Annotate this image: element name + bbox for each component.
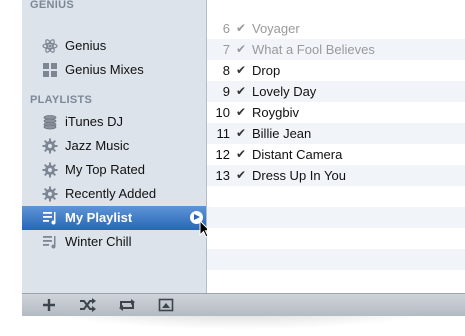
sidebar-item-label: Genius: [65, 38, 107, 53]
track-checkbox[interactable]: ✔: [236, 105, 246, 119]
genius-section-header: GENIUS: [30, 0, 74, 11]
smart-playlist-gear-icon: [42, 186, 58, 202]
itunes-window: GENIUS Genius Genius Mixes PLAYLISTS iTu…: [22, 0, 465, 316]
genius-mixes-grid-icon: [42, 62, 58, 78]
track-number: 10: [215, 105, 230, 120]
table-row[interactable]: 10 ✔ Roygbiv: [207, 102, 465, 123]
track-title: Distant Camera: [252, 147, 343, 162]
track-title: Dress Up In You: [252, 168, 346, 183]
track-title: Voyager: [252, 21, 300, 36]
sidebar-item-jazz-music[interactable]: Jazz Music: [22, 134, 206, 158]
sidebar-item-itunes-dj[interactable]: iTunes DJ: [22, 110, 206, 134]
playlist-icon: [42, 234, 58, 250]
sidebar: GENIUS Genius Genius Mixes PLAYLISTS iTu…: [22, 0, 212, 293]
track-number: 12: [215, 147, 230, 162]
table-row[interactable]: 12 ✔ Distant Camera: [207, 144, 465, 165]
track-checkbox[interactable]: ✔: [236, 21, 246, 35]
track-title: Billie Jean: [252, 126, 312, 141]
track-number: 8: [222, 63, 230, 78]
track-checkbox[interactable]: ✔: [236, 168, 246, 182]
shuffle-icon[interactable]: [79, 297, 97, 313]
sidebar-item-label: Jazz Music: [65, 138, 130, 153]
sidebar-item-genius-mixes[interactable]: Genius Mixes: [22, 58, 206, 82]
empty-row: [207, 249, 465, 270]
table-row[interactable]: 7 ✔ What a Fool Believes: [207, 39, 465, 60]
track-number: 6: [222, 21, 230, 36]
track-list: 6 ✔ Voyager 7 ✔ What a Fool Believes 8 ✔…: [207, 0, 465, 293]
track-checkbox[interactable]: ✔: [236, 84, 246, 98]
sidebar-item-label: My Playlist: [65, 210, 133, 225]
track-number: 9: [222, 84, 230, 99]
table-row[interactable]: 8 ✔ Drop: [207, 60, 465, 81]
track-number: 11: [216, 126, 231, 141]
sidebar-item-label: iTunes DJ: [65, 114, 124, 129]
genius-atom-icon: [42, 38, 58, 54]
track-number: 7: [222, 42, 230, 57]
sidebar-item-label: Winter Chill: [65, 234, 132, 249]
track-checkbox[interactable]: ✔: [236, 63, 246, 77]
table-row[interactable]: 11 ✔ Billie Jean: [207, 123, 465, 144]
sidebar-item-my-playlist[interactable]: My Playlist: [22, 206, 206, 230]
empty-row: [207, 186, 465, 207]
playlist-icon: [42, 210, 58, 226]
add-playlist-icon[interactable]: [40, 297, 58, 313]
track-title: Drop: [252, 63, 281, 78]
itunes-dj-icon: [42, 114, 58, 130]
smart-playlist-gear-icon: [42, 162, 58, 178]
repeat-icon[interactable]: [118, 297, 136, 313]
track-title: Lovely Day: [252, 84, 317, 99]
track-checkbox[interactable]: ✔: [236, 42, 246, 56]
table-row[interactable]: 6 ✔ Voyager: [207, 18, 465, 39]
bottom-toolbar: [22, 293, 465, 316]
empty-row: [207, 270, 465, 291]
table-row[interactable]: 9 ✔ Lovely Day: [207, 81, 465, 102]
playlists-section-header: PLAYLISTS: [30, 94, 93, 106]
smart-playlist-gear-icon: [42, 138, 58, 154]
empty-row: [207, 207, 465, 228]
empty-row: [207, 228, 465, 249]
track-checkbox[interactable]: ✔: [236, 126, 246, 140]
sidebar-item-label: Recently Added: [65, 186, 157, 201]
track-number: 13: [215, 168, 230, 183]
sidebar-item-winter-chill[interactable]: Winter Chill: [22, 230, 206, 254]
track-checkbox[interactable]: ✔: [236, 147, 246, 161]
track-title: Roygbiv: [252, 105, 299, 120]
sidebar-item-genius[interactable]: Genius: [22, 34, 206, 58]
sidebar-item-my-top-rated[interactable]: My Top Rated: [22, 158, 206, 182]
track-title: What a Fool Believes: [252, 42, 375, 57]
table-row[interactable]: 13 ✔ Dress Up In You: [207, 165, 465, 186]
sidebar-item-recently-added[interactable]: Recently Added: [22, 182, 206, 206]
sidebar-item-label: My Top Rated: [65, 162, 145, 177]
artwork-toggle-icon[interactable]: [157, 297, 175, 313]
sidebar-item-label: Genius Mixes: [65, 62, 144, 77]
